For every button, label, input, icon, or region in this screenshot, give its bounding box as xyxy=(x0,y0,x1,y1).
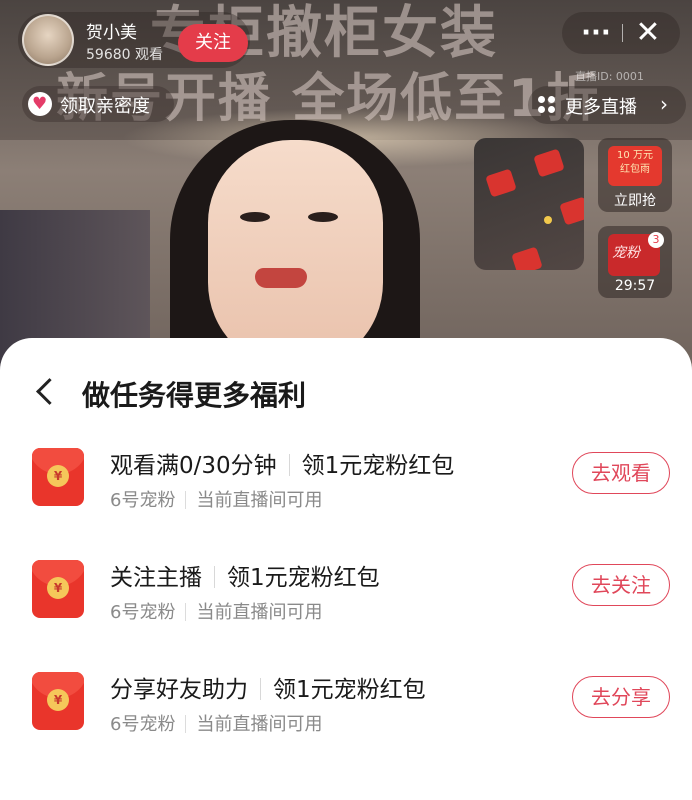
red-envelope-icon: ¥ xyxy=(32,448,84,506)
grid-icon xyxy=(538,96,556,114)
avatar[interactable] xyxy=(22,14,74,66)
divider xyxy=(622,24,623,42)
task-reward: 领1元宠粉红包 xyxy=(273,677,426,703)
task-row: ¥ 关注主播 领1元宠粉红包 6号宠粉 当前直播间可用 去关注 xyxy=(0,558,692,638)
more-icon[interactable]: ··· xyxy=(576,14,616,52)
task-title: 关注主播 xyxy=(110,565,202,591)
fans-widget-text: 宠粉 xyxy=(612,245,640,261)
task-tag: 6号宠粉 xyxy=(110,602,176,623)
go-share-button[interactable]: 去分享 xyxy=(572,676,670,718)
red-envelope-icon: ¥ xyxy=(32,560,84,618)
streamer-lips xyxy=(255,268,307,288)
task-title-line: 关注主播 领1元宠粉红包 xyxy=(110,558,380,592)
red-envelope-icon: ¥ xyxy=(32,672,84,730)
streamer-eye-left xyxy=(240,212,270,222)
redpacket-rain-preview[interactable] xyxy=(474,138,584,270)
back-chevron-icon[interactable] xyxy=(34,376,60,406)
follow-button[interactable]: 关注 xyxy=(178,24,248,62)
more-live-label[interactable]: 更多直播 xyxy=(565,93,637,119)
task-row: ¥ 观看满0/30分钟 领1元宠粉红包 6号宠粉 当前直播间可用 去观看 xyxy=(0,446,692,526)
task-tag: 6号宠粉 xyxy=(110,714,176,735)
task-title: 观看满0/30分钟 xyxy=(110,453,277,479)
go-follow-button[interactable]: 去关注 xyxy=(572,564,670,606)
task-scope: 当前直播间可用 xyxy=(196,602,323,623)
close-icon[interactable]: ✕ xyxy=(628,14,668,52)
task-subtitle-line: 6号宠粉 当前直播间可用 xyxy=(110,598,322,624)
task-reward: 领1元宠粉红包 xyxy=(301,453,455,479)
task-tag: 6号宠粉 xyxy=(110,490,176,511)
go-watch-button[interactable]: 去观看 xyxy=(572,452,670,494)
redpacket-widget-text: 10 万元 红包雨 xyxy=(617,150,653,175)
task-title-line: 分享好友助力 领1元宠粉红包 xyxy=(110,670,426,704)
chevron-right-icon: › xyxy=(660,92,668,116)
task-title-line: 观看满0/30分钟 领1元宠粉红包 xyxy=(110,446,454,480)
task-reward: 领1元宠粉红包 xyxy=(227,565,380,591)
task-scope: 当前直播间可用 xyxy=(196,714,323,735)
task-scope: 当前直播间可用 xyxy=(196,490,323,511)
intimacy-label[interactable]: 领取亲密度 xyxy=(60,92,150,118)
task-row: ¥ 分享好友助力 领1元宠粉红包 6号宠粉 当前直播间可用 去分享 xyxy=(0,670,692,750)
task-subtitle-line: 6号宠粉 当前直播间可用 xyxy=(110,486,322,512)
anchor-name: 贺小美 xyxy=(86,23,137,43)
streamer-eye-right xyxy=(308,212,338,222)
fans-widget-timer: 29:57 xyxy=(614,278,656,294)
fans-widget-badge: 3 xyxy=(648,232,664,248)
heart-icon xyxy=(28,92,52,116)
streamer-face xyxy=(208,140,383,370)
sheet-title: 做任务得更多福利 xyxy=(82,379,307,412)
task-title: 分享好友助力 xyxy=(110,677,248,703)
task-subtitle-line: 6号宠粉 当前直播间可用 xyxy=(110,710,322,736)
room-id: 直播ID: 0001 xyxy=(575,70,644,83)
viewer-count: 59680 观看 xyxy=(86,47,163,63)
redpacket-widget-cta[interactable]: 立即抢 xyxy=(598,190,672,210)
